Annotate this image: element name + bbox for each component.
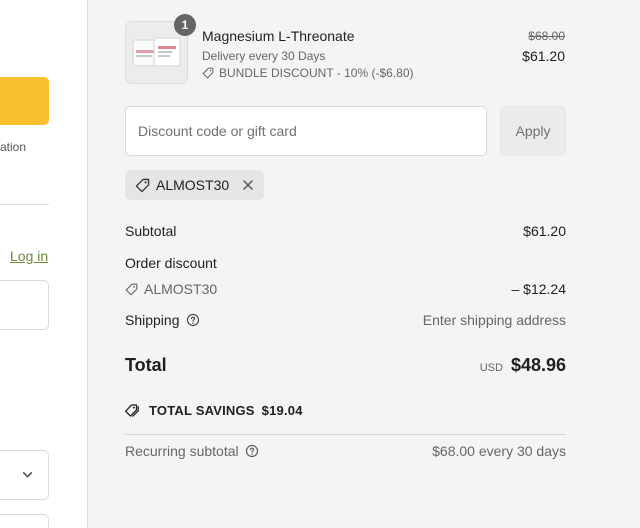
recurring-subtotal-row: Recurring subtotal $68.00 every 30 days: [125, 443, 566, 459]
applied-code-text: ALMOST30: [156, 177, 230, 193]
applied-discount-chip: ALMOST30: [125, 170, 265, 200]
recurring-subtotal-value: $68.00 every 30 days: [432, 443, 566, 459]
current-price: $61.20: [522, 48, 565, 64]
product-image: [132, 37, 181, 67]
express-pay-button[interactable]: [0, 77, 49, 125]
shipping-label-group: Shipping: [125, 312, 200, 328]
subtotal-row: Subtotal $61.20: [125, 223, 566, 239]
tags-icon: [125, 404, 139, 417]
email-field[interactable]: [0, 280, 49, 330]
order-discount-code-row: ALMOST30 – $12.24: [125, 281, 566, 297]
total-savings-value: $19.04: [261, 403, 303, 418]
address-field[interactable]: [0, 514, 49, 528]
shipping-label: Shipping: [125, 312, 180, 328]
subtotal-value: $61.20: [523, 223, 566, 239]
shipping-value: Enter shipping address: [422, 312, 566, 328]
order-discount-code-text: ALMOST30: [144, 281, 218, 297]
country-select[interactable]: [0, 450, 49, 500]
order-discount-row: Order discount: [125, 255, 566, 271]
shipping-row: Shipping Enter shipping address: [125, 312, 566, 328]
bundle-discount: BUNDLE DISCOUNT - 10% (-$6.80): [202, 66, 414, 80]
total-amount: $48.96: [510, 355, 566, 375]
help-circle-icon[interactable]: [245, 444, 259, 458]
divider: [125, 434, 566, 435]
total-row: Total USD $48.96: [125, 355, 566, 376]
tag-icon: [202, 67, 214, 79]
total-value-group: USD $48.96: [480, 355, 566, 376]
order-discount-value: – $12.24: [511, 281, 567, 297]
discount-code-input[interactable]: [125, 106, 487, 156]
checkout-form-column: ation Log in: [0, 0, 88, 528]
total-label: Total: [125, 355, 167, 375]
order-discount-label: Order discount: [125, 255, 217, 271]
partial-label: ation: [0, 140, 27, 154]
currency-code: USD: [479, 362, 503, 374]
quantity-badge: 1: [174, 14, 196, 36]
product-thumbnail: 1: [125, 14, 196, 84]
chevron-down-icon: [22, 472, 33, 478]
total-savings: TOTAL SAVINGS $19.04: [125, 403, 303, 418]
tag-icon: [125, 283, 138, 295]
original-price: $68.00: [528, 29, 565, 43]
subtotal-label: Subtotal: [125, 223, 177, 239]
recurring-subtotal-label: Recurring subtotal: [125, 443, 239, 459]
bundle-discount-text: BUNDLE DISCOUNT - 10% (-$6.80): [219, 66, 414, 80]
order-discount-code: ALMOST30: [125, 281, 217, 297]
apply-button[interactable]: Apply: [500, 106, 566, 156]
total-savings-label: TOTAL SAVINGS: [149, 403, 255, 418]
delivery-frequency: Delivery every 30 Days: [202, 49, 326, 63]
help-circle-icon[interactable]: [186, 313, 200, 327]
login-link[interactable]: Log in: [10, 248, 48, 264]
recurring-label-group: Recurring subtotal: [125, 443, 259, 459]
product-name: Magnesium L-Threonate: [202, 28, 355, 44]
tag-icon: [135, 178, 150, 192]
order-summary: 1 Magnesium L-Threonate Delivery every 3…: [88, 0, 640, 528]
close-icon[interactable]: [241, 178, 255, 192]
divider: [0, 204, 49, 205]
